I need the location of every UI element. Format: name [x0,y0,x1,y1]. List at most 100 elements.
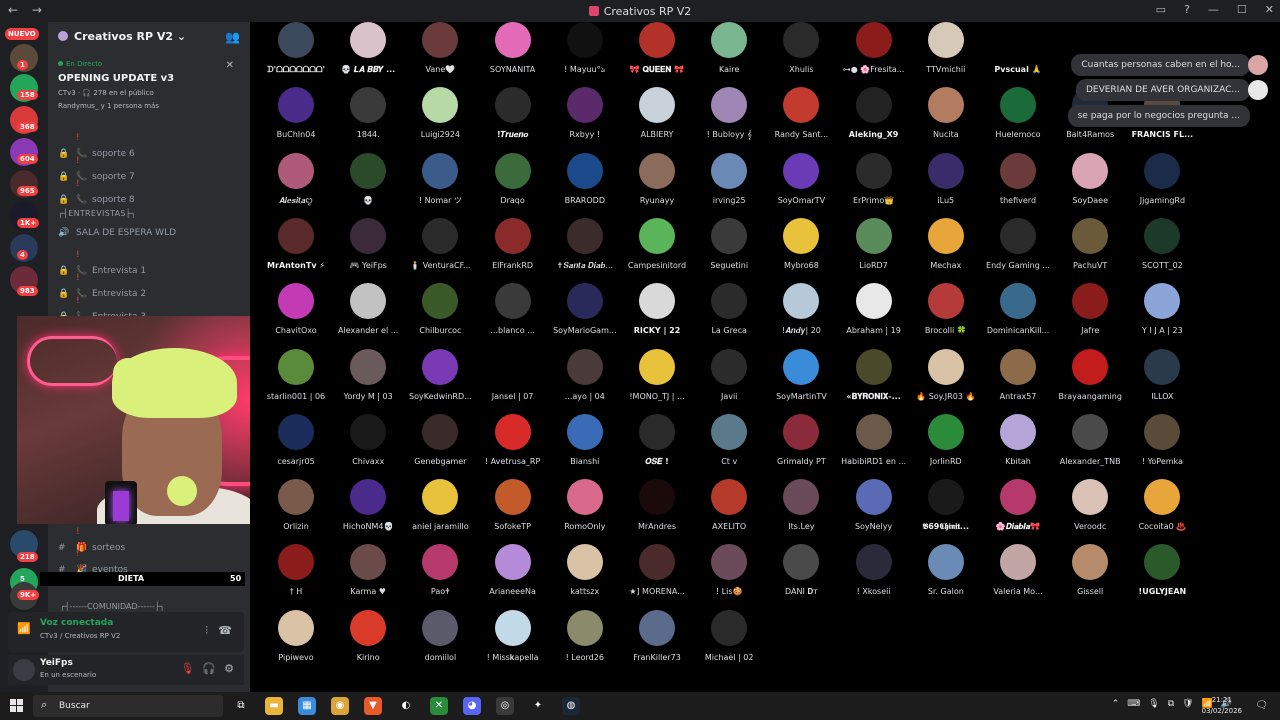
category-entrevistas[interactable]: ┌┤ENTREVISTAS├┐ [58,209,136,218]
participant-tile[interactable]: ! Avetrusa_RP [477,413,549,467]
participant-tile[interactable]: Its.Ley [765,479,837,532]
participant-tile[interactable]: MrAndres [621,479,693,532]
participant-tile[interactable]: Alexander_TNB [1054,413,1126,467]
participant-tile[interactable]: Bianshi [549,413,621,467]
participant-tile[interactable]: cesarjr05 [260,413,332,467]
participant-tile[interactable]: DominicanKill... [982,283,1054,336]
participant-tile[interactable]: SoyNelyy [838,479,910,532]
channel-sala-espera[interactable]: 🔊 SALA DE ESPERA WLD [58,225,244,241]
close-icon[interactable]: ✕ [226,60,234,71]
participant-tile[interactable]: Pvscual 🙏 [982,22,1054,75]
participant-tile[interactable]: ...ayo | 04 [549,348,621,402]
mic-muted-icon[interactable]: 🎙 [180,662,194,675]
channel-soporte-8[interactable]: 🔒 ! 📞 soporte 8 [58,176,244,205]
headset-icon[interactable]: 🎧 [202,662,216,675]
help-icon[interactable]: ? [1184,3,1190,16]
participant-tile[interactable]: Kbitah [982,413,1054,467]
participant-tile[interactable]: Brayaangaming [1054,348,1126,402]
participant-tile[interactable]: SoyMarioGam... [549,283,621,336]
participant-tile[interactable]: Kaire [693,22,765,75]
participant-tile[interactable]: Alexander el ... [332,283,404,336]
participant-tile[interactable]: kattszx [549,544,621,597]
obs-icon[interactable]: ◎ [496,697,514,715]
channel-soporte-7[interactable]: 🔒! 📞 soporte 7 [58,153,244,182]
participant-tile[interactable]: ElFrankRD [477,217,549,271]
channel-sorteos[interactable]: #! 🎁 sorteos [58,524,244,553]
inbox-icon[interactable]: ▭ [1156,3,1166,16]
participant-tile[interactable]: JjgamingRd [1126,152,1198,206]
participant-tile[interactable]: ArianeeeNa [477,544,549,597]
participant-tile[interactable]: ...blanco ... [477,283,549,336]
participant-tile[interactable]: 𝑶𝑺𝑬 ! [621,413,693,467]
participant-tile[interactable]: Brocolli 🍀 [910,283,982,336]
mic-icon[interactable]: 🎙 [1148,699,1159,709]
participant-tile[interactable]: ! Leord26 [549,609,621,663]
participant-tile[interactable]: Jansel | 07 [477,348,549,402]
participant-tile[interactable]: SoyOmarTV [765,152,837,206]
channel-entrevista-1[interactable]: 🔒! 📞 Entrevista 1 [58,247,244,276]
participant-tile[interactable]: PachuVT [1054,217,1126,271]
participant-tile[interactable]: Sr. Galon [910,544,982,597]
chevron-up-icon[interactable]: ⌃ [1112,699,1120,709]
participant-tile[interactable]: BuChIn04 [260,87,332,140]
participant-tile[interactable]: Endy Gaming ... [982,217,1054,271]
participant-tile[interactable]: iLu5 [910,152,982,206]
participant-tile[interactable]: ! Nomar ツ [404,152,476,206]
participant-tile[interactable]: Chivaxx [332,413,404,467]
participant-tile[interactable]: Grimaldy PT [765,413,837,467]
davinci-icon[interactable]: ✦ [529,697,547,715]
chat-bubble[interactable]: DEVERIAN DE AVER ORGANIZAC... [1075,79,1250,101]
participant-tile[interactable]: HichoNM4💀 [332,479,404,532]
task-view-icon[interactable]: ⧉ [232,697,250,715]
participant-tile[interactable]: ᗪ'ᗝᗝᗝᗝᗝᗝᗝ' [260,22,332,75]
signal-icon[interactable]: 📶 [17,622,31,635]
participant-tile[interactable]: FranKiller73 [621,609,693,663]
participant-tile[interactable]: ChavitOxo [260,283,332,336]
participant-tile[interactable]: 🎮 YeiFps [332,217,404,271]
participant-tile[interactable]: LioRD7 [838,217,910,271]
explorer-icon[interactable]: ▬ [265,697,283,715]
participant-tile[interactable]: domiilol [404,609,476,663]
maximize-button[interactable]: ☐ [1237,3,1247,16]
minimize-button[interactable]: — [1208,3,1219,16]
participant-tile[interactable]: ! Bubloyy 𝄞 [693,87,765,140]
participant-tile[interactable]: SoyKedwinRD... [404,348,476,402]
shield-icon[interactable]: 🛡 [1182,699,1193,709]
participant-tile[interactable]: starlin001 | 06 [260,348,332,402]
display-icon[interactable]: ⧉ [1168,699,1174,709]
participant-tile[interactable]: Abraham | 19 [838,283,910,336]
participant-tile[interactable]: SofokeTP [477,479,549,532]
participant-tile[interactable]: Ryunayy [621,152,693,206]
participant-tile[interactable]: irving25 [693,152,765,206]
participant-tile[interactable]: Pao🕈 [404,544,476,597]
participant-tile[interactable]: Campesinitord [621,217,693,271]
participant-tile[interactable]: DANI 𝐃ᴛ [765,544,837,597]
participant-tile[interactable]: Mechax [910,217,982,271]
participant-tile[interactable]: HabibiRD1 en ... [838,413,910,467]
windows-start-icon[interactable] [10,699,23,712]
participant-tile[interactable]: Genebgamer [404,413,476,467]
participant-tile[interactable]: Veroodc [1054,479,1126,532]
participant-tile[interactable]: 1844. [332,87,404,140]
brave-icon[interactable]: ▼ [364,697,382,715]
participant-tile[interactable]: Kirino [332,609,404,663]
participant-tile[interactable]: TTVmichii [910,22,982,75]
participant-tile[interactable]: MrAntonTv ⚡ [260,217,332,271]
participant-tile[interactable]: Karma ♥ [332,544,404,597]
participant-tile[interactable]: !MONO_TJ | ... [621,348,693,402]
participant-tile[interactable]: ⊶● 🌸Fresita... [838,22,910,75]
capcut-icon[interactable]: ◐ [397,697,415,715]
participant-tile[interactable]: «𝐁𝐘𝐑𝐎𝐍𝐈𝐗-... [838,348,910,402]
participant-tile[interactable]: Pipiwevo [260,609,332,663]
participant-tile[interactable]: 𝕭69𝕮𝖍𝖎𝖓𝖎𝖙... [910,479,982,532]
participant-tile[interactable]: Mybro68 [765,217,837,271]
channel-entrevista-2[interactable]: 🔒! 📞 Entrevista 2 [58,270,244,299]
participant-tile[interactable]: ! Mayuu°ঌ [549,22,621,75]
participant-tile[interactable]: 🕯️ VenturaCF... [404,217,476,271]
channel-eventos[interactable]: #! 🎉 eventos [58,546,244,575]
participant-tile[interactable]: Cocoita0 ♨️ [1126,479,1198,532]
participant-tile[interactable]: SCOTT_02 [1126,217,1198,271]
voice-channel[interactable]: CTv3 / Creativos RP V2 [40,632,120,640]
participant-tile[interactable]: ! Xkoseii [838,544,910,597]
participant-tile[interactable]: Randy Sant... [765,87,837,140]
